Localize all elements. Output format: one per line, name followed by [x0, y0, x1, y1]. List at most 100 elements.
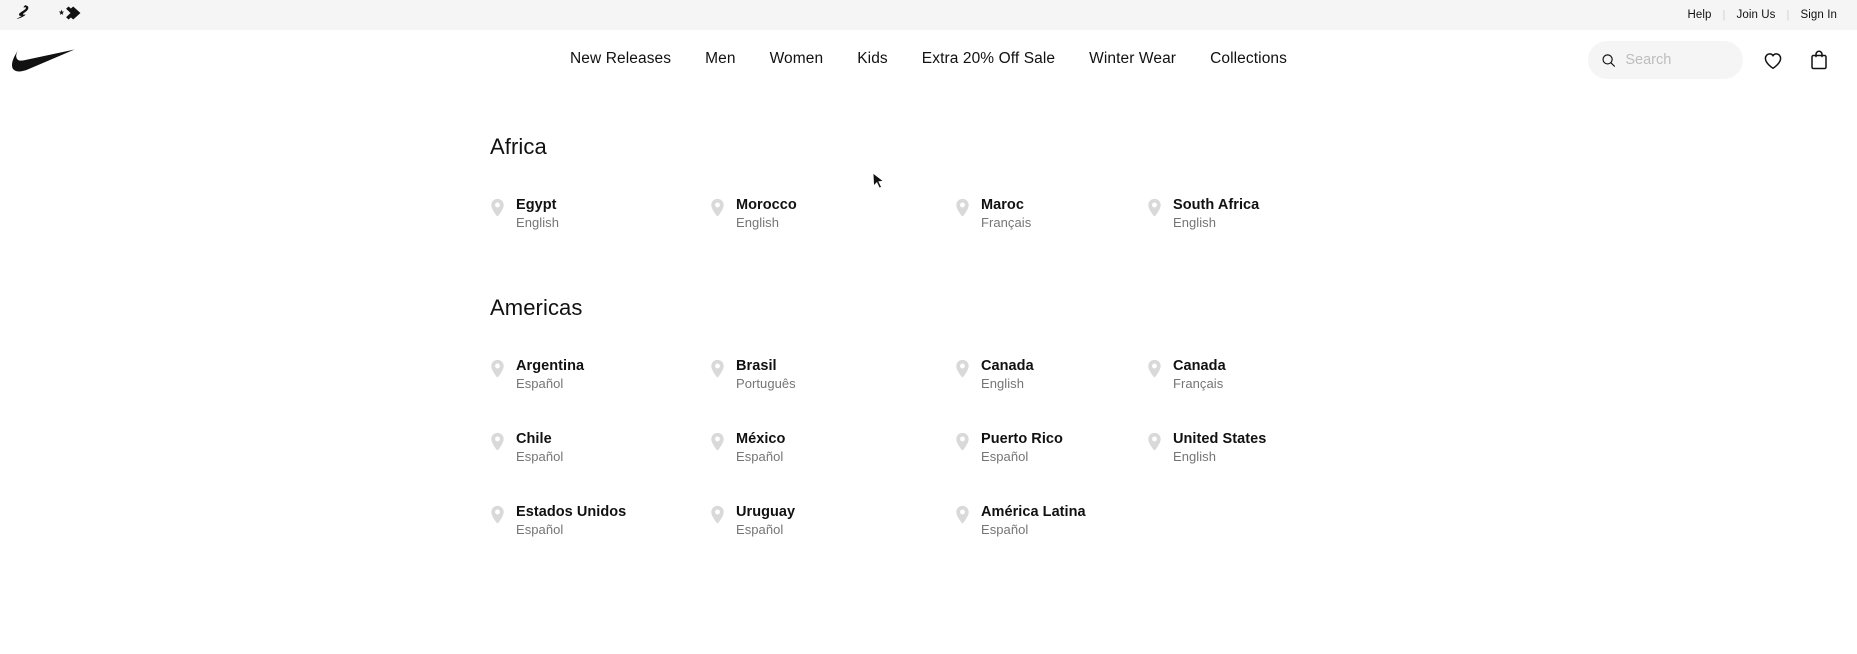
utility-separator-1: |: [1722, 9, 1726, 21]
country-name: América Latina: [981, 503, 1086, 520]
country-item-canada-francais[interactable]: Canada Français: [1147, 357, 1367, 394]
country-text-block: Canada Français: [1173, 357, 1226, 394]
country-item-mexico[interactable]: México Español: [710, 430, 955, 467]
country-language: English: [1173, 449, 1216, 465]
country-item-brasil[interactable]: Brasil Português: [710, 357, 955, 394]
bag-icon: [1811, 50, 1827, 70]
nav-item-women[interactable]: Women: [770, 46, 824, 74]
search-input[interactable]: [1625, 52, 1729, 68]
country-language: Português: [736, 376, 796, 392]
location-pin-icon: [1148, 432, 1161, 451]
country-text-block: Argentina Español: [516, 357, 584, 394]
country-language: Français: [981, 215, 1032, 231]
country-grid-africa: Egypt English Morocco English Maroc Fran…: [490, 196, 1857, 233]
country-item-canada-english[interactable]: Canada English: [955, 357, 1147, 394]
country-name: United States: [1173, 430, 1267, 447]
nav-item-extra-20-off-sale[interactable]: Extra 20% Off Sale: [922, 46, 1055, 74]
nav-item-new-releases[interactable]: New Releases: [570, 46, 671, 74]
cart-button[interactable]: [1803, 44, 1835, 76]
join-us-link[interactable]: Join Us: [1734, 9, 1777, 21]
utility-links-group: Help | Join Us | Sign In: [1685, 9, 1839, 21]
nav-item-winter-wear[interactable]: Winter Wear: [1089, 46, 1176, 74]
country-grid-americas: Argentina Español Brasil Português Canad…: [490, 357, 1857, 540]
country-text-block: South Africa English: [1173, 196, 1259, 233]
location-pin-icon: [711, 198, 724, 217]
location-pin-icon: [491, 198, 504, 217]
swoosh-glyph: [12, 49, 75, 71]
country-text-block: Puerto Rico Español: [981, 430, 1063, 467]
country-language: Français: [1173, 376, 1224, 392]
location-pin-icon: [711, 359, 724, 378]
country-item-south-africa[interactable]: South Africa English: [1147, 196, 1367, 233]
country-name: Morocco: [736, 197, 797, 213]
location-pin-icon: [956, 432, 969, 451]
country-name: Estados Unidos: [516, 503, 627, 520]
country-name: Brasil: [736, 357, 777, 374]
country-item-egypt[interactable]: Egypt English: [490, 196, 710, 233]
country-item-puerto-rico[interactable]: Puerto Rico Español: [955, 430, 1147, 467]
search-icon: [1602, 53, 1616, 67]
country-text-block: Estados Unidos Español: [516, 503, 626, 540]
nike-swoosh-logo-icon[interactable]: [12, 49, 90, 72]
jumpman-glyph: [16, 4, 29, 19]
country-text-block: México Español: [736, 430, 785, 467]
country-text-block: América Latina Español: [981, 503, 1086, 540]
location-pin-icon: [711, 505, 724, 524]
location-pin-icon: [711, 432, 724, 451]
primary-nav: New Releases Men Women Kids Extra 20% Of…: [570, 46, 1287, 74]
country-item-america-latina[interactable]: América Latina Español: [955, 503, 1147, 540]
country-text-block: Maroc Français: [981, 196, 1031, 233]
country-name: Chile: [516, 430, 552, 447]
country-name: Egypt: [516, 197, 557, 213]
country-item-argentina[interactable]: Argentina Español: [490, 357, 710, 394]
country-item-estados-unidos[interactable]: Estados Unidos Español: [490, 503, 710, 540]
favorites-button[interactable]: [1757, 44, 1789, 76]
country-language: Español: [516, 522, 564, 538]
country-language: Español: [736, 449, 784, 465]
country-item-maroc[interactable]: Maroc Français: [955, 196, 1147, 233]
region-title-africa: Africa: [490, 134, 547, 159]
location-pin-icon: [491, 505, 504, 524]
converse-logo-icon[interactable]: [56, 4, 82, 27]
country-selector-body: Africa Egypt English Morocco English Mar…: [0, 90, 1857, 654]
country-text-block: Brasil Português: [736, 357, 796, 394]
utility-separator-2: |: [1786, 9, 1790, 21]
country-name: Puerto Rico: [981, 430, 1063, 447]
scrolled-partial-row: [490, 90, 494, 104]
country-language: English: [736, 215, 779, 231]
country-language: English: [1173, 215, 1216, 231]
nav-item-collections[interactable]: Collections: [1210, 46, 1287, 74]
country-language: Español: [981, 522, 1029, 538]
country-item-united-states[interactable]: United States English: [1147, 430, 1367, 467]
country-text-block: Uruguay Español: [736, 503, 795, 540]
country-text-block: Egypt English: [516, 196, 559, 233]
sign-in-link[interactable]: Sign In: [1798, 9, 1839, 21]
country-text-block: United States English: [1173, 430, 1266, 467]
brand-logos-group: [14, 3, 82, 28]
nav-item-men[interactable]: Men: [705, 46, 735, 74]
heart-icon: [1764, 53, 1782, 70]
country-name: South Africa: [1173, 197, 1260, 213]
country-language: Español: [736, 522, 784, 538]
country-language: English: [516, 215, 559, 231]
country-name: Canada: [981, 357, 1034, 374]
region-section-americas: Americas Argentina Español Brasil Portug…: [0, 233, 1857, 540]
location-pin-icon: [956, 505, 969, 524]
country-item-uruguay[interactable]: Uruguay Español: [710, 503, 955, 540]
location-pin-icon: [491, 359, 504, 378]
country-language: English: [981, 376, 1024, 392]
jordan-logo-icon[interactable]: [14, 3, 34, 28]
country-language: Español: [516, 376, 564, 392]
country-item-chile[interactable]: Chile Español: [490, 430, 710, 467]
main-header: New Releases Men Women Kids Extra 20% Of…: [0, 30, 1857, 90]
country-text-block: Chile Español: [516, 430, 563, 467]
nav-item-kids[interactable]: Kids: [857, 46, 888, 74]
country-name: Uruguay: [736, 503, 796, 520]
help-link[interactable]: Help: [1685, 9, 1713, 21]
search-box[interactable]: [1588, 41, 1743, 79]
country-language: Español: [981, 449, 1029, 465]
country-language: Español: [516, 449, 564, 465]
country-item-morocco[interactable]: Morocco English: [710, 196, 955, 233]
location-pin-icon: [956, 359, 969, 378]
country-text-block: Morocco English: [736, 196, 797, 233]
